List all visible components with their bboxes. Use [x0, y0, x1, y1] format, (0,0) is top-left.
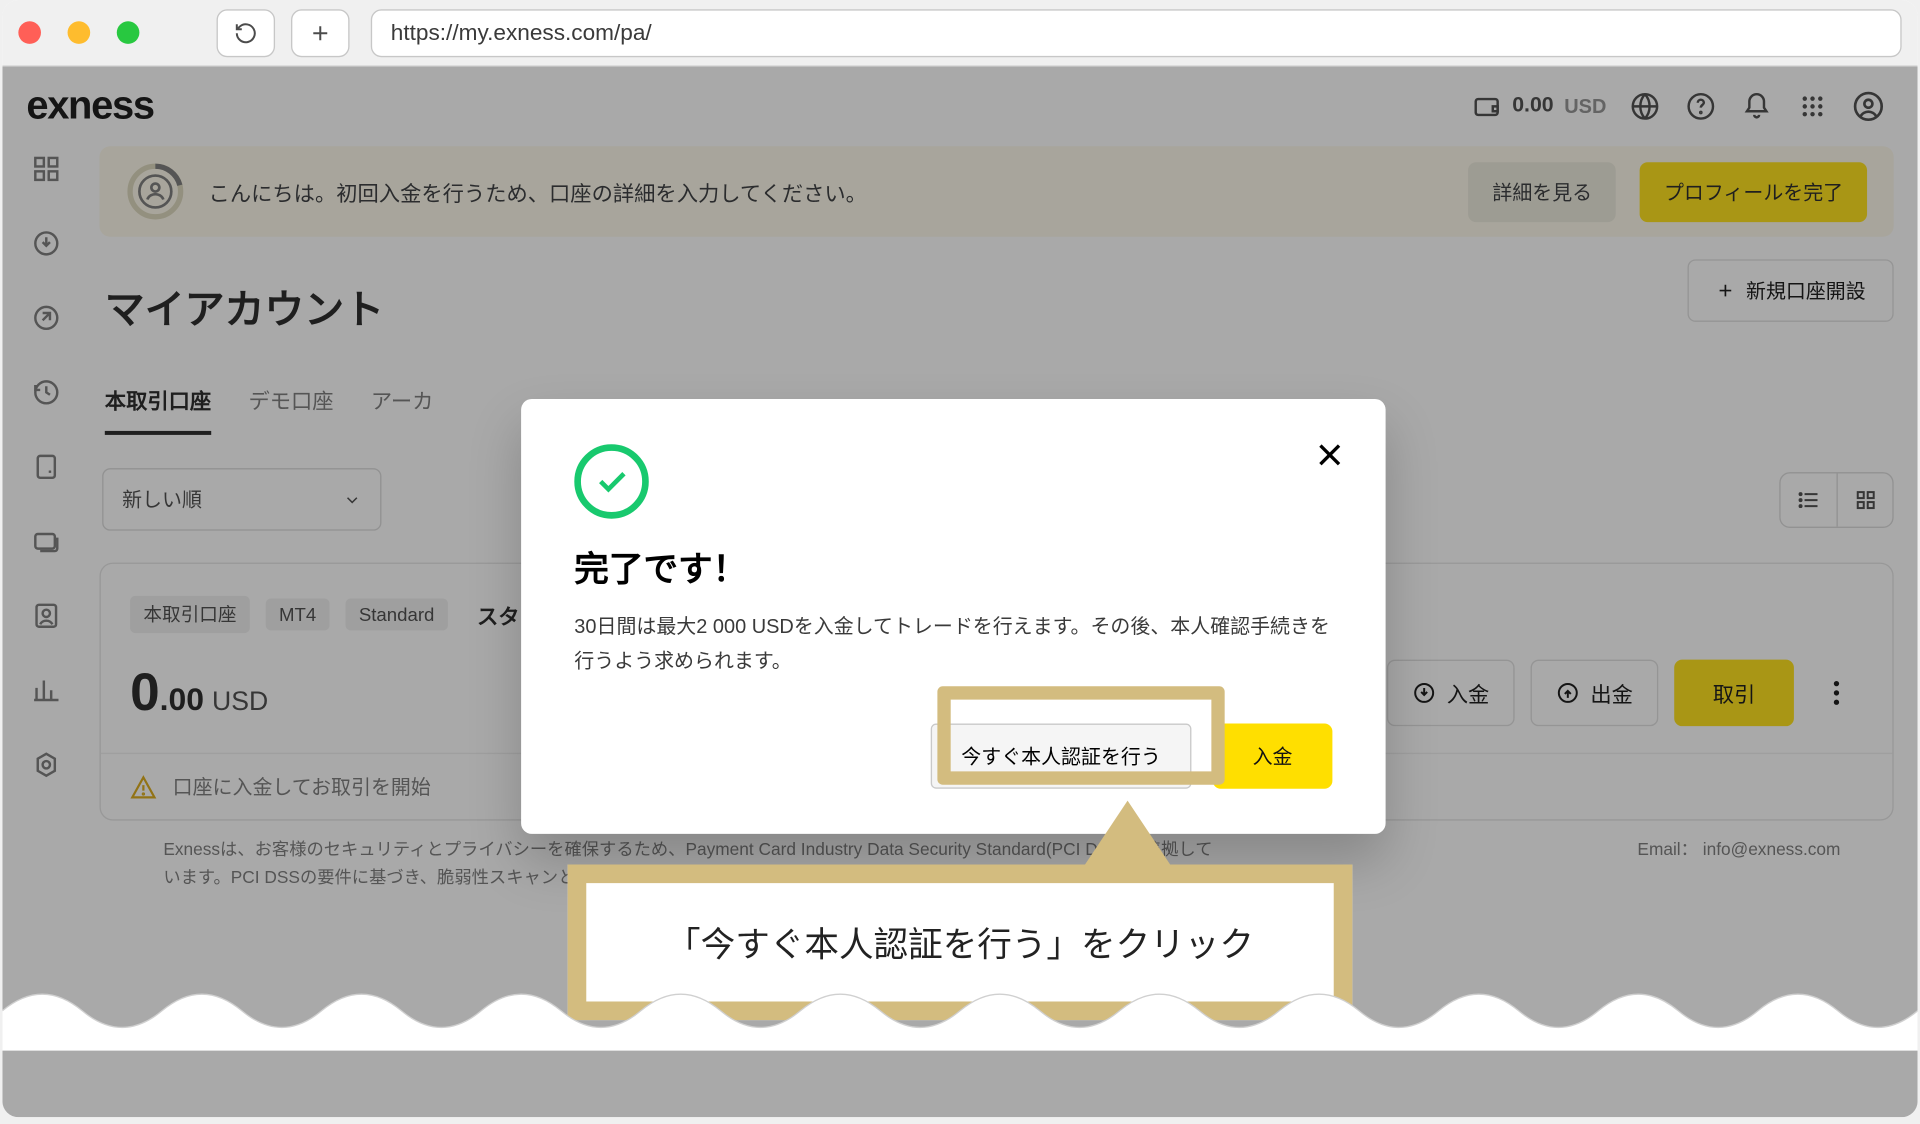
close-icon[interactable]: [1314, 439, 1346, 471]
reload-button[interactable]: [217, 9, 276, 57]
browser-chrome: https://my.exness.com/pa/: [2, 0, 1917, 67]
new-tab-button[interactable]: [291, 9, 350, 57]
address-bar[interactable]: https://my.exness.com/pa/: [371, 9, 1902, 57]
modal-body: 30日間は最大2 000 USDを入金してトレードを行えます。その後、本人確認手…: [574, 610, 1332, 678]
window-max-dot[interactable]: [117, 21, 140, 44]
window-min-dot[interactable]: [68, 21, 91, 44]
window-close-dot[interactable]: [18, 21, 41, 44]
callout-arrow: [1080, 801, 1176, 873]
modal-title: 完了です！: [574, 543, 1332, 592]
instruction-callout: 「今すぐ本人認証を行う」をクリック: [568, 865, 1353, 1021]
modal-deposit-button[interactable]: 入金: [1213, 724, 1333, 789]
verify-button-highlight: [937, 686, 1224, 784]
check-circle-icon: [574, 444, 648, 518]
